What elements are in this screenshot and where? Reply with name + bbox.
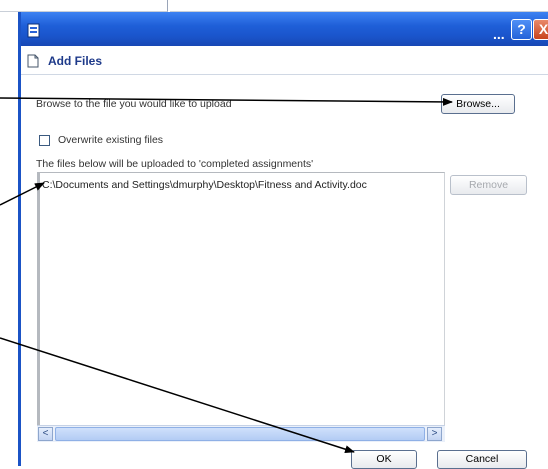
arrow-to-ok: [0, 337, 355, 454]
arrow-to-file-list: [0, 182, 45, 206]
annotation-arrows: [0, 97, 453, 454]
arrow-to-browse: [0, 97, 453, 106]
